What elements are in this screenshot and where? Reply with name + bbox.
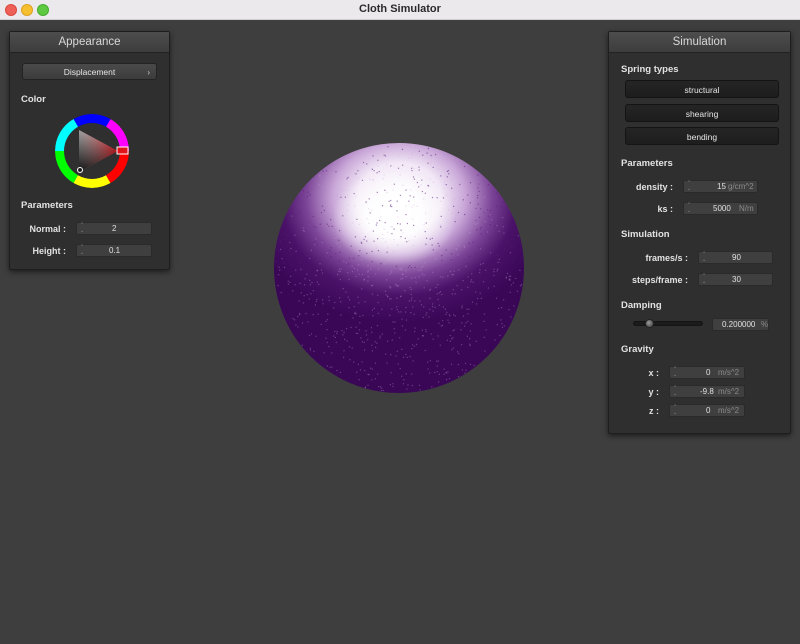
simulation-parameters-label: Parameters bbox=[621, 158, 673, 169]
steps-per-frame-value: 30 bbox=[732, 275, 741, 284]
gravity-x-field[interactable]: ⌃ ⌄ 0 m/s^2 bbox=[669, 366, 745, 379]
color-wheel-icon bbox=[55, 114, 129, 188]
shader-dropdown-value: Displacement bbox=[63, 67, 116, 77]
ks-unit: N/m bbox=[739, 204, 754, 213]
ks-label: ks : bbox=[657, 204, 673, 214]
gravity-x-value: 0 bbox=[706, 368, 711, 377]
damping-field[interactable]: 0.200000 % bbox=[712, 318, 769, 331]
stepper-icon[interactable]: ⌃ ⌄ bbox=[80, 222, 86, 234]
appearance-parameters-label: Parameters bbox=[21, 200, 73, 211]
shader-dropdown[interactable]: Displacement › bbox=[22, 63, 157, 80]
gravity-z-field[interactable]: ⌃ ⌄ 0 m/s^2 bbox=[669, 404, 745, 417]
gravity-z-value: 0 bbox=[706, 406, 711, 415]
frames-per-second-field[interactable]: ⌃ ⌄ 90 bbox=[698, 251, 773, 264]
height-value: 0.1 bbox=[109, 246, 121, 255]
stepper-icon[interactable]: ⌃ ⌄ bbox=[673, 366, 679, 378]
height-label: Height : bbox=[32, 246, 67, 256]
gravity-y-label: y : bbox=[648, 387, 659, 397]
stepper-icon[interactable]: ⌃ ⌄ bbox=[687, 180, 693, 192]
damping-value: 0.200000 bbox=[722, 320, 756, 329]
damping-unit: % bbox=[761, 320, 769, 329]
color-wheel[interactable] bbox=[55, 114, 129, 188]
gravity-z-unit: m/s^2 bbox=[718, 406, 740, 415]
normal-label: Normal : bbox=[29, 224, 66, 234]
steps-per-frame-field[interactable]: ⌃ ⌄ 30 bbox=[698, 273, 773, 286]
simulation-panel: Simulation Spring types structural shear… bbox=[608, 31, 791, 434]
gravity-x-unit: m/s^2 bbox=[718, 368, 740, 377]
ks-field[interactable]: ⌃ ⌄ 5000 N/m bbox=[683, 202, 758, 215]
gravity-section-label: Gravity bbox=[621, 344, 654, 355]
stepper-icon[interactable]: ⌃ ⌄ bbox=[673, 404, 679, 416]
density-field[interactable]: ⌃ ⌄ 15 g/cm^2 bbox=[683, 180, 758, 193]
density-label: density : bbox=[635, 182, 673, 192]
gravity-y-value: -9.8 bbox=[700, 387, 714, 396]
bending-button[interactable]: bending bbox=[625, 127, 779, 145]
spring-types-label: Spring types bbox=[621, 64, 679, 75]
damping-slider[interactable] bbox=[633, 321, 703, 326]
shearing-button[interactable]: shearing bbox=[625, 104, 779, 122]
normal-field[interactable]: ⌃ ⌄ 2 bbox=[76, 222, 152, 235]
color-section-label: Color bbox=[21, 94, 46, 105]
stepper-icon[interactable]: ⌃ ⌄ bbox=[673, 385, 679, 397]
stepper-icon[interactable]: ⌃ ⌄ bbox=[702, 251, 708, 263]
density-unit: g/cm^2 bbox=[728, 182, 754, 191]
simulation-panel-header[interactable]: Simulation bbox=[609, 32, 790, 53]
gravity-y-unit: m/s^2 bbox=[718, 387, 740, 396]
cloth-texture-icon bbox=[275, 146, 523, 392]
stepper-icon[interactable]: ⌃ ⌄ bbox=[702, 273, 708, 285]
frames-per-second-label: frames/s : bbox=[645, 253, 688, 263]
ks-value: 5000 bbox=[713, 204, 731, 213]
gravity-x-label: x : bbox=[648, 368, 659, 378]
damping-section-label: Damping bbox=[621, 300, 662, 311]
window-titlebar: Cloth Simulator bbox=[0, 0, 800, 20]
normal-value: 2 bbox=[112, 224, 117, 233]
cloth-render-sphere[interactable] bbox=[274, 143, 524, 393]
height-field[interactable]: ⌃ ⌄ 0.1 bbox=[76, 244, 152, 257]
damping-slider-handle[interactable] bbox=[645, 319, 655, 328]
steps-per-frame-label: steps/frame : bbox=[631, 275, 688, 285]
structural-button[interactable]: structural bbox=[625, 80, 779, 98]
gravity-z-label: z : bbox=[649, 406, 659, 416]
frames-per-second-value: 90 bbox=[732, 253, 741, 262]
gravity-y-field[interactable]: ⌃ ⌄ -9.8 m/s^2 bbox=[669, 385, 745, 398]
appearance-panel: Appearance Displacement › Color Paramete… bbox=[9, 31, 170, 270]
chevron-right-icon: › bbox=[147, 68, 150, 77]
appearance-panel-header[interactable]: Appearance bbox=[10, 32, 169, 53]
stepper-icon[interactable]: ⌃ ⌄ bbox=[687, 202, 693, 214]
window-title: Cloth Simulator bbox=[359, 3, 441, 15]
stepper-icon[interactable]: ⌃ ⌄ bbox=[80, 244, 86, 256]
simulation-section-label: Simulation bbox=[621, 229, 670, 240]
density-value: 15 bbox=[717, 182, 726, 191]
